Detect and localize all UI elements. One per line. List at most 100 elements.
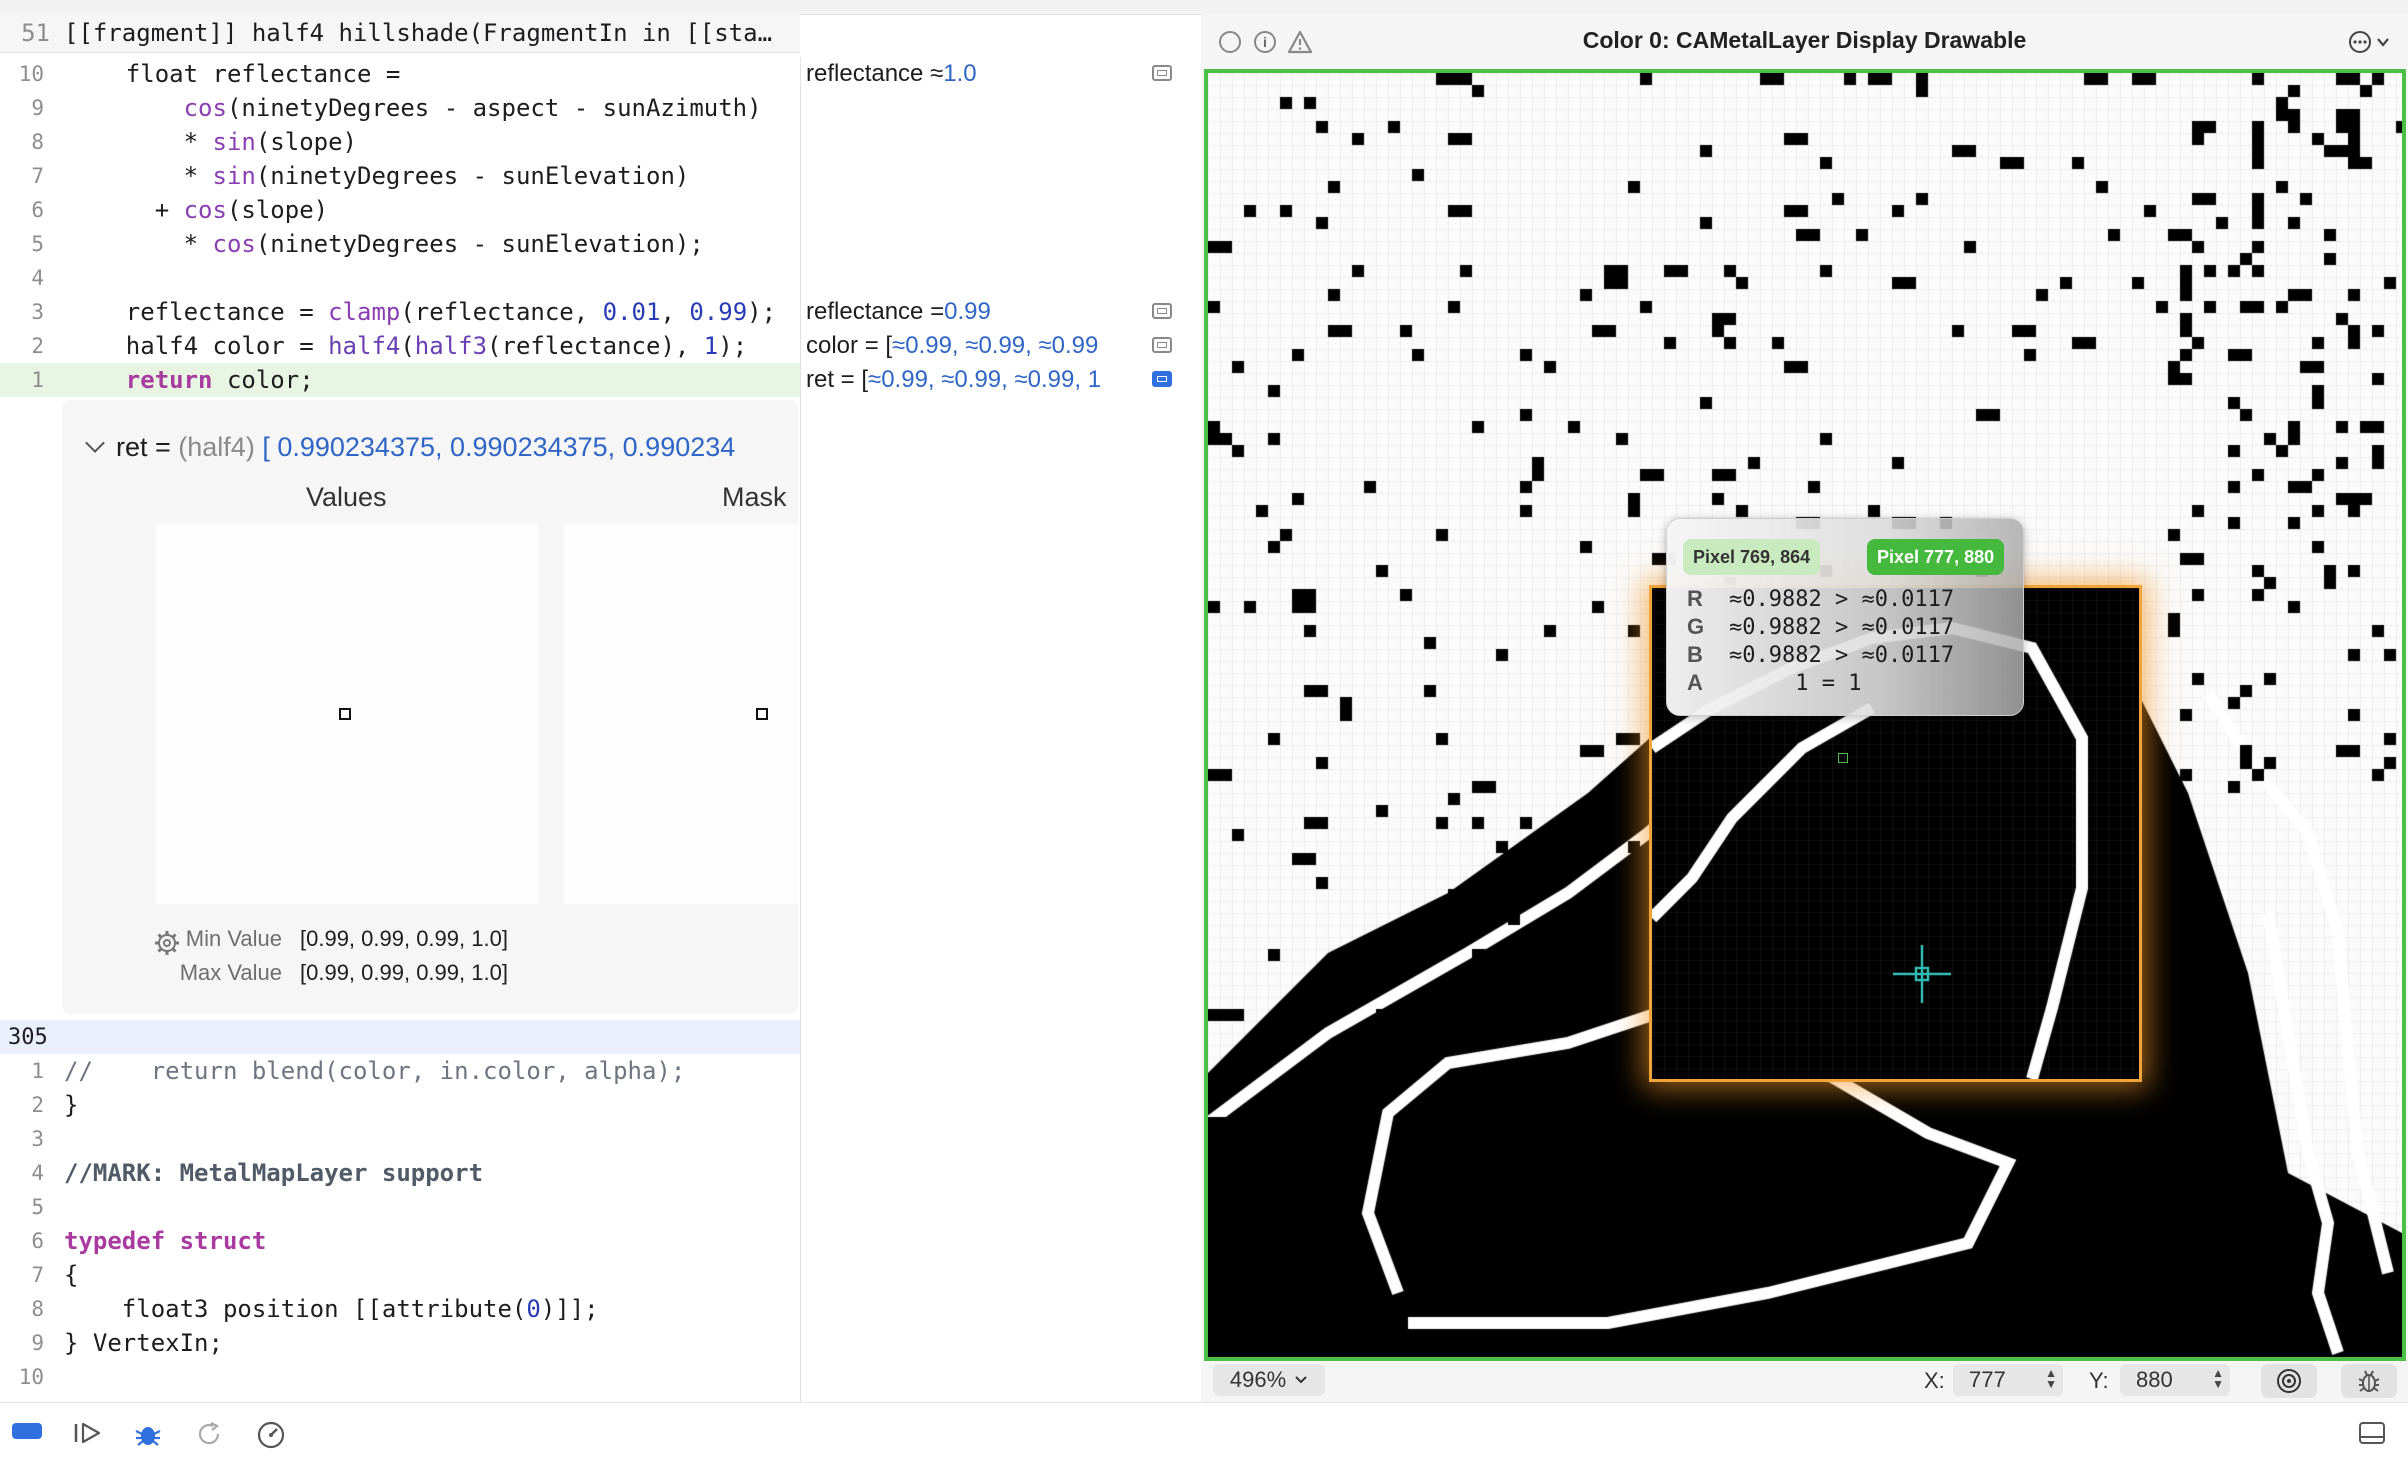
code-line[interactable]: 9} VertexIn; xyxy=(0,1326,800,1360)
channel-row: G ≈0.9882 > ≈0.0117 xyxy=(1687,613,1954,641)
max-label: Max Value xyxy=(179,960,282,985)
channel-row: A 1 = 1 xyxy=(1687,669,1954,697)
y-stepper-icon[interactable]: ▲ ▼ xyxy=(2212,1367,2224,1390)
previous-pixel-marker xyxy=(1838,753,1848,763)
code-line[interactable]: 8 float3 position [[attribute(0)]]; xyxy=(0,1292,800,1326)
channel-name: B xyxy=(1687,642,1703,667)
crosshair-icon[interactable] xyxy=(1893,945,1951,1003)
line-number: 2 xyxy=(31,1093,44,1117)
zoom-dropdown[interactable]: 496% xyxy=(1213,1364,1325,1396)
code-text: float3 position [[attribute(0)]]; xyxy=(64,1295,599,1323)
continue-icon[interactable] xyxy=(72,1421,104,1445)
code-line[interactable]: 6 + cos(slope) xyxy=(0,193,800,227)
result-value: ≈0.99, ≈0.99, ≈0.99 xyxy=(892,332,1099,359)
debug-bug-icon[interactable] xyxy=(134,1421,162,1447)
line-number: 5 xyxy=(31,1195,44,1219)
line-number: 2 xyxy=(31,334,44,358)
texture-viewer: i Color 0: CAMetalLayer Display Drawable… xyxy=(1201,14,2408,1402)
code-text: // return blend(color, in.color, alpha); xyxy=(64,1057,686,1085)
chevron-down-icon xyxy=(1295,1376,1307,1384)
code-line[interactable]: 10 float reflectance = reflectance ≈ 1.0 xyxy=(0,57,1172,91)
sidebar-toggle-icon[interactable] xyxy=(2358,1421,2386,1445)
code-block-top[interactable]: 10 float reflectance = reflectance ≈ 1.0 9… xyxy=(0,57,1172,397)
code-line[interactable]: 3 xyxy=(0,1122,800,1156)
inspector-title[interactable]: ret = (half4) [ 0.990234375, 0.990234375… xyxy=(85,432,735,463)
code-text: * sin(ninetyDegrees - sunElevation) xyxy=(68,162,690,190)
result-inspector-icon[interactable] xyxy=(1152,65,1172,81)
line-number: 4 xyxy=(31,1161,44,1185)
inline-result[interactable]: color = [ ≈0.99, ≈0.99, ≈0.99 xyxy=(806,329,1136,363)
code-line[interactable]: 2} xyxy=(0,1088,800,1122)
x-stepper-icon[interactable]: ▲ ▼ xyxy=(2045,1367,2057,1390)
line-number: 6 xyxy=(31,1229,44,1253)
code-text: float reflectance = xyxy=(68,60,401,88)
code-text: return color; xyxy=(125,366,314,394)
target-toggle[interactable] xyxy=(2261,1364,2317,1398)
x-coordinate-value: 777 xyxy=(1969,1367,2006,1392)
values-preview xyxy=(156,524,538,904)
more-options-icon[interactable] xyxy=(2348,30,2392,54)
max-value: [0.99, 0.99, 0.99, 1.0] xyxy=(300,960,508,985)
min-max-table: Min Value [0.99, 0.99, 0.99, 1.0] Max Val… xyxy=(152,922,508,990)
result-inspector-icon[interactable] xyxy=(1152,371,1172,387)
y-coordinate-field[interactable]: 880 ▲ ▼ xyxy=(2120,1364,2230,1396)
min-label: Min Value xyxy=(185,926,282,951)
code-block-bottom[interactable]: 305 1 // return blend(color, in.color, al… xyxy=(0,1020,800,1394)
code-line[interactable]: 4 //MARK: MetalMapLayer support xyxy=(0,1156,800,1190)
reload-icon[interactable] xyxy=(196,1421,224,1447)
channel-value: ≈0.9882 > ≈0.0117 xyxy=(1729,614,1955,640)
results-divider xyxy=(800,57,801,1402)
code-line[interactable]: 6 typedef struct xyxy=(0,1224,800,1258)
code-line[interactable]: 8 * sin(slope) xyxy=(0,125,800,159)
target-icon xyxy=(2277,1369,2301,1393)
inline-result[interactable]: reflectance = 0.99 xyxy=(806,295,1136,329)
inline-result[interactable]: ret = [ ≈0.99, ≈0.99, ≈0.99, 1 xyxy=(806,363,1136,397)
code-line[interactable]: 10 xyxy=(0,1360,800,1394)
channel-value: ≈0.9882 > ≈0.0117 xyxy=(1729,586,1955,612)
chevron-down-icon[interactable] xyxy=(85,433,105,453)
code-text: } xyxy=(64,1091,79,1119)
channel-value: ≈0.9882 > ≈0.0117 xyxy=(1729,642,1955,668)
line-number: 7 xyxy=(31,164,44,188)
debug-status-bar xyxy=(0,1402,2408,1459)
window-top-strip xyxy=(0,0,2408,15)
result-inspector-icon[interactable] xyxy=(1152,337,1172,353)
debug-pixel-button[interactable] xyxy=(2341,1364,2397,1398)
code-line[interactable]: 1 // return blend(color, in.color, alpha)… xyxy=(0,1054,800,1088)
x-coordinate-field[interactable]: 777 ▲ ▼ xyxy=(1953,1364,2063,1396)
header-signature: [[fragment]] half4 hillshade(FragmentIn … xyxy=(64,19,773,47)
line-number: 8 xyxy=(31,130,44,154)
viewer-titlebar: i Color 0: CAMetalLayer Display Drawable xyxy=(1201,14,2408,66)
code-line[interactable]: 3 reflectance = clamp(reflectance, 0.01,… xyxy=(0,295,1172,329)
line-number: 4 xyxy=(31,266,44,290)
channel-name: G xyxy=(1687,614,1705,639)
drawable-canvas[interactable]: Pixel 769, 864 Pixel 777, 880 R ≈0.9882 >… xyxy=(1204,69,2406,1361)
code-line[interactable]: 7{ xyxy=(0,1258,800,1292)
code-line[interactable]: 9 cos(ninetyDegrees - aspect - sunAzimut… xyxy=(0,91,800,125)
result-inspector-icon[interactable] xyxy=(1152,303,1172,319)
channel-values: R ≈0.9882 > ≈0.0117 G ≈0.9882 > ≈0.0117 B ≈0.… xyxy=(1687,585,1954,697)
code-text: reflectance = clamp(reflectance, 0.01, 0… xyxy=(68,298,777,326)
header-line-number: 51 xyxy=(21,19,50,47)
code-text: { xyxy=(64,1261,79,1289)
code-line[interactable]: 5 * cos(ninetyDegrees - sunElevation); xyxy=(0,227,800,261)
line-number: 10 xyxy=(18,1365,44,1389)
code-text: //MARK: MetalMapLayer support xyxy=(64,1159,484,1187)
channel-row: B ≈0.9882 > ≈0.0117 xyxy=(1687,641,1954,669)
inspector-var: ret = xyxy=(116,432,179,462)
breakpoints-toggle-icon[interactable] xyxy=(12,1423,42,1439)
channel-row: R ≈0.9882 > ≈0.0117 xyxy=(1687,585,1954,613)
code-line[interactable]: 5 xyxy=(0,1190,800,1224)
code-text: typedef struct xyxy=(64,1227,267,1255)
code-text: * sin(slope) xyxy=(68,128,358,156)
inline-result[interactable]: reflectance ≈ 1.0 xyxy=(806,57,1136,91)
code-line[interactable]: 7 * sin(ninetyDegrees - sunElevation) xyxy=(0,159,800,193)
code-line[interactable]: 4 xyxy=(0,261,800,295)
code-line[interactable]: 2 half4 color = half4(half3(reflectance)… xyxy=(0,329,1172,363)
code-line[interactable]: 1 return color; ret = [ ≈0.99, ≈0.99, ≈0.… xyxy=(0,363,1172,397)
result-label: reflectance = xyxy=(806,298,945,325)
mask-sample-dot xyxy=(756,708,768,720)
y-label: Y: xyxy=(2089,1368,2109,1393)
gauge-icon[interactable] xyxy=(256,1421,286,1449)
result-value: 0.99 xyxy=(944,298,991,325)
